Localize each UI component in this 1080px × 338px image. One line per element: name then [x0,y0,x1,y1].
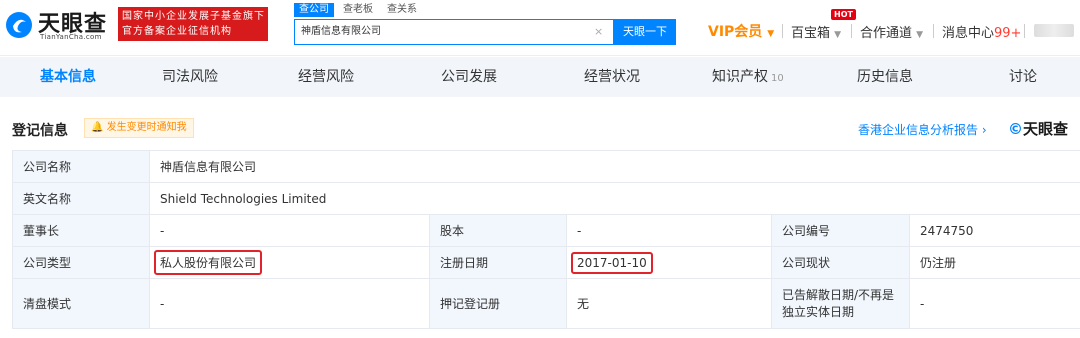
badge-line-2: 官方备案企业征信机构 [122,26,232,37]
search-tab-company[interactable]: 查公司 [294,3,334,17]
registration-info-table: 公司名称 神盾信息有限公司 英文名称 Shield Technologies L… [12,150,1080,329]
company-name-value: 神盾信息有限公司 [148,150,1080,183]
notify-on-change-button[interactable]: 🔔 发生变更时通知我 [84,118,194,138]
search-tab-relation[interactable]: 查关系 [382,3,422,17]
table-row: 公司名称 神盾信息有限公司 [12,150,1080,183]
tab-label: 知识产权 [712,69,768,85]
tab-intellectual-property[interactable]: 知识产权 10 [712,57,784,97]
tab-history[interactable]: 历史信息 [857,57,913,97]
label-cell: 已告解散日期/不再是独立实体日期 [771,278,910,329]
table-row: 清盘模式 - 押记登记册 无 已告解散日期/不再是独立实体日期 - [12,278,1080,329]
company-type-cell: 私人股份有限公司 [149,246,430,279]
divider [851,24,852,38]
label-cell: 注册日期 [429,246,567,279]
divider [782,24,783,38]
search-button[interactable]: 天眼一下 [614,19,676,45]
tab-discussion[interactable]: 讨论 [1009,57,1037,97]
divider [1024,24,1025,38]
tab-judicial-risk[interactable]: 司法风险 [162,57,218,97]
user-avatar[interactable] [1034,24,1074,37]
chevron-down-icon: ▼ [767,29,775,39]
english-name-value: Shield Technologies Limited [148,182,1080,215]
logo-subtitle: TianYanCha.com [40,33,102,41]
tab-label: 经营风险 [298,69,354,85]
label-cell: 押记登记册 [429,278,567,329]
brand-name: 天眼查 [1023,120,1069,138]
search-tab-boss[interactable]: 查老板 [338,3,378,17]
chevron-down-icon: ▼ [916,30,924,40]
toolbox-label: 百宝箱 [791,26,831,41]
company-status-value: 仍注册 [908,246,1080,279]
partner-label: 合作通道 [860,26,913,41]
top-bar: 天眼查 TianYanCha.com 国家中小企业发展子基金旗下 官方备案企业征… [0,0,1080,56]
tab-label: 经营状况 [584,69,640,85]
search-type-tabs: 查公司 查老板 查关系 [294,3,422,17]
tab-operation-risk[interactable]: 经营风险 [298,57,354,97]
tab-basic-info[interactable]: 基本信息 [40,57,96,97]
table-row: 董事长 - 股本 - 公司编号 2474750 [12,214,1080,247]
message-center-label: 消息中心 [942,26,995,41]
official-badge: 国家中小企业发展子基金旗下 官方备案企业征信机构 [118,7,268,41]
bell-icon: 🔔 [91,122,104,133]
brand-logo: ©天眼查 [1008,118,1068,139]
tab-label: 公司发展 [441,69,497,85]
chevron-right-icon: › [981,123,987,137]
hot-badge: HOT [831,9,856,20]
badge-line-1: 国家中小企业发展子基金旗下 [122,11,264,22]
vip-member-menu[interactable]: VIP会员 ▼ [708,21,774,41]
company-type-value: 私人股份有限公司 [154,250,263,275]
label-cell: 清盘模式 [12,278,150,329]
section-title: 登记信息 [12,123,68,139]
reg-date-cell: 2017-01-10 [566,246,772,279]
hk-report-link[interactable]: 香港企业信息分析报告 › [858,121,987,138]
liquidation-value: - [149,278,430,329]
label-cell: 公司现状 [771,246,910,279]
report-link-label: 香港企业信息分析报告 [858,123,979,137]
search-input[interactable]: 神盾信息有限公司 [294,19,614,45]
divider [933,24,934,38]
label-cell: 董事长 [12,214,150,247]
tianyancha-logo-icon[interactable] [4,10,34,40]
table-row: 英文名称 Shield Technologies Limited [12,182,1080,215]
vip-label: VIP会员 [708,24,763,40]
message-count-badge: 99+ [994,26,1022,41]
tab-label: 讨论 [1009,69,1037,85]
company-number-value: 2474750 [908,214,1080,247]
table-row: 公司类型 私人股份有限公司 注册日期 2017-01-10 公司现状 仍注册 [12,246,1080,279]
label-cell: 公司类型 [12,246,150,279]
label-cell: 公司名称 [12,150,150,183]
clear-icon[interactable]: × [594,24,603,40]
equity-value: - [566,214,772,247]
tab-company-development[interactable]: 公司发展 [441,57,497,97]
message-center-link[interactable]: 消息中心99+ [942,22,1021,41]
label-cell: 股本 [429,214,567,247]
label-cell: 英文名称 [12,182,150,215]
partner-menu[interactable]: 合作通道 ▼ [860,22,923,41]
chevron-down-icon: ▼ [834,30,842,40]
registration-date-value: 2017-01-10 [571,251,653,274]
label-cell: 公司编号 [771,214,910,247]
notify-label: 发生变更时通知我 [106,122,187,133]
toolbox-menu[interactable]: 百宝箱 ▼ [791,22,841,41]
tab-label: 基本信息 [40,69,96,85]
dissolve-date-value: - [908,278,1080,329]
charge-register-value: 无 [566,278,772,329]
tab-business-status[interactable]: 经营状况 [584,57,640,97]
tianyancha-logo-icon: © [1008,120,1023,138]
tab-label: 司法风险 [162,69,218,85]
tab-count: 10 [771,73,784,84]
company-tabs: 基本信息 司法风险 经营风险 公司发展 经营状况 知识产权 10 历史信息 讨论 [0,57,1080,97]
chairman-value: - [149,214,430,247]
tab-label: 历史信息 [857,69,913,85]
